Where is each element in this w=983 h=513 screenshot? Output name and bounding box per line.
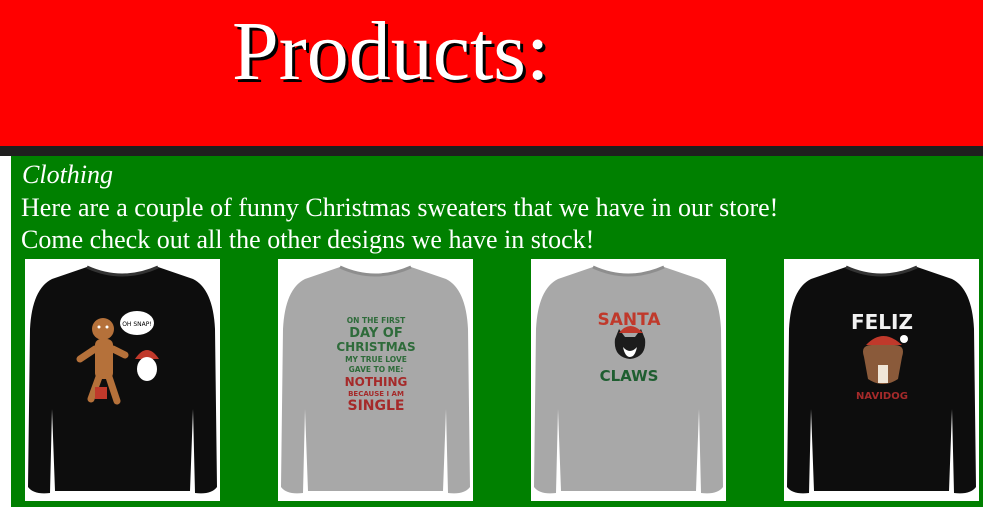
print-line-8: SINGLE — [348, 398, 405, 414]
print-claws-text: CLAWS — [600, 367, 659, 385]
santa-claws-sweater-image: SANTA CLAWS — [534, 265, 723, 494]
category-heading: Clothing — [22, 160, 114, 189]
print-line-5: GAVE TO ME: — [349, 365, 404, 374]
cat-icon — [614, 326, 646, 359]
print-line-7: BECAUSE I AM — [348, 390, 404, 398]
print-line-1: ON THE FIRST — [347, 316, 406, 325]
print-feliz-text: FELIZ — [851, 310, 913, 334]
print-line-6: NOTHING — [345, 375, 408, 389]
feliz-navidog-sweater-image: FELIZ NAVIDOG — [787, 265, 976, 494]
page-header: Products: — [0, 0, 983, 146]
print-line-3: CHRISTMAS — [336, 340, 415, 354]
print-line-4: MY TRUE LOVE — [345, 355, 407, 364]
products-section: Clothing Here are a couple of funny Chri… — [11, 156, 983, 507]
sweater-body — [28, 267, 217, 494]
page-title: Products: — [232, 5, 550, 98]
product-card-2[interactable]: ON THE FIRST DAY OF CHRISTMAS MY TRUE LO… — [278, 259, 473, 501]
product-card-1[interactable]: OH SNAP! — [25, 259, 220, 501]
product-card-4[interactable]: FELIZ NAVIDOG — [784, 259, 979, 501]
gingerbread-sweater-image: OH SNAP! — [28, 265, 217, 494]
cup-icon — [95, 387, 107, 399]
section-description-line-2: Come check out all the other designs we … — [21, 225, 595, 254]
speech-bubble-text: OH SNAP! — [122, 321, 152, 328]
print-navidog-text: NAVIDOG — [856, 391, 908, 402]
header-divider — [0, 146, 983, 156]
product-card-3[interactable]: SANTA CLAWS — [531, 259, 726, 501]
speech-bubble: OH SNAP! — [120, 311, 154, 335]
print-line-2: DAY OF — [349, 326, 402, 341]
first-day-of-christmas-sweater-image: ON THE FIRST DAY OF CHRISTMAS MY TRUE LO… — [281, 265, 470, 494]
section-description-line-1: Here are a couple of funny Christmas swe… — [21, 193, 779, 222]
